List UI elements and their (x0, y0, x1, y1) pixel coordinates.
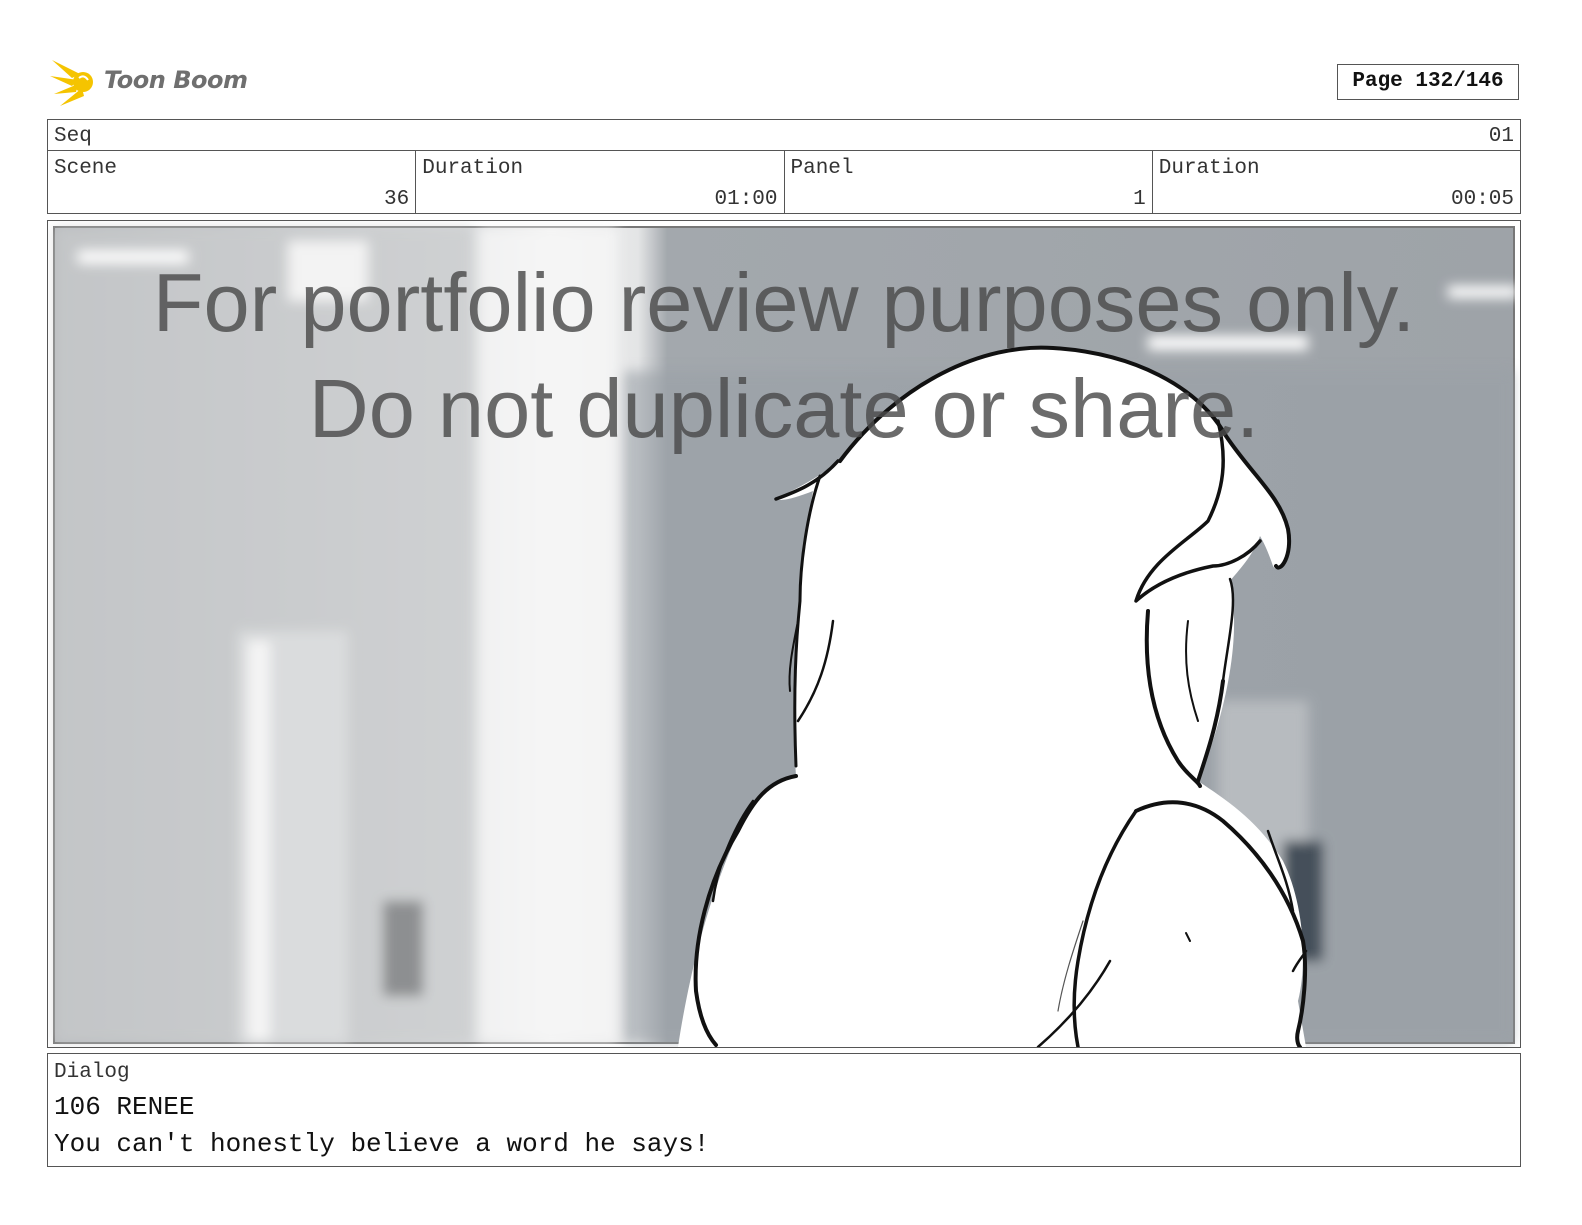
toon-boom-star-icon (50, 60, 93, 106)
scene-duration-value: 01:00 (714, 188, 778, 211)
dialog-box: Dialog 106 RENEE You can't honestly beli… (47, 1053, 1521, 1167)
toon-boom-logo: Toon Boom (50, 56, 250, 108)
scene-cell: Scene 36 (48, 151, 417, 213)
panel-duration-label: Duration (1158, 157, 1260, 180)
panel-cell: Panel 1 (785, 151, 1153, 213)
scene-duration-cell: Duration 01:00 (416, 151, 785, 213)
panel-label: Panel (790, 157, 854, 180)
seq-label: Seq (54, 125, 92, 148)
dialog-label: Dialog (54, 1061, 130, 1084)
panel-value: 1 (1133, 188, 1146, 211)
scene-value: 36 (384, 188, 410, 211)
panel-artwork (53, 226, 1518, 1047)
panel-duration-value: 00:05 (1450, 188, 1514, 211)
seq-row: Seq 01 (47, 119, 1521, 151)
dialog-text: You can't honestly believe a word he say… (54, 1129, 710, 1159)
page-number: Page 132/146 (1337, 64, 1519, 100)
scene-duration-label: Duration (422, 157, 524, 180)
panel-duration-cell: Duration 00:05 (1153, 151, 1520, 213)
scene-label: Scene (54, 157, 118, 180)
info-row: Scene 36 Duration 01:00 Panel 1 Duration… (47, 151, 1521, 214)
storyboard-panel (47, 220, 1521, 1048)
seq-value: 01 (1488, 125, 1514, 148)
logo-text: Toon Boom (104, 66, 248, 94)
dialog-speaker: 106 RENEE (54, 1092, 195, 1122)
